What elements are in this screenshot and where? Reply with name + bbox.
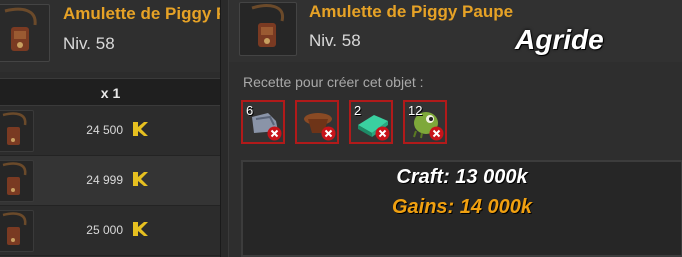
- missing-x-icon: [321, 126, 336, 141]
- craft-info-box: Craft: 13 000k Gains: 14 000k: [241, 160, 682, 257]
- recipe-label: Recette pour créer cet objet :: [243, 74, 424, 90]
- ingredient-slot[interactable]: 2: [349, 100, 393, 144]
- listing-thumbnail: [0, 160, 34, 202]
- left-item-header: Amulette de Piggy P Niv. 58: [0, 0, 221, 72]
- item-detail-panel: Amulette de Piggy Paupe Niv. 58 Agride R…: [228, 0, 682, 257]
- listing-thumbnail: [0, 210, 34, 252]
- sales-list-panel: Amulette de Piggy P Niv. 58 x 1 24 500 2…: [0, 0, 221, 257]
- listing-price: 24 999: [86, 173, 123, 187]
- ingredient-count: 6: [246, 103, 254, 118]
- overlay-server-name: Agride: [515, 24, 604, 55]
- amulet-icon: [4, 7, 37, 51]
- amulet-icon: [2, 112, 27, 145]
- left-item-title: Amulette de Piggy P: [63, 4, 221, 23]
- kama-icon: [133, 122, 148, 136]
- amulet-icon: [251, 4, 285, 47]
- amulet-icon: [2, 162, 27, 195]
- listing-row[interactable]: 25 000: [0, 206, 220, 256]
- craft-cost-text: Craft: 13 000k: [396, 166, 528, 188]
- ingredient-count: 12: [408, 103, 423, 118]
- missing-x-icon: [429, 126, 444, 141]
- ingredient-count: 2: [354, 103, 362, 118]
- listing-row[interactable]: 24 500: [0, 106, 220, 156]
- ingredient-slot[interactable]: 12: [403, 100, 447, 144]
- quantity-label: x 1: [100, 85, 121, 101]
- ingredient-slot[interactable]: [295, 100, 339, 144]
- kama-icon: [133, 172, 148, 186]
- missing-x-icon: [267, 126, 282, 141]
- listing-price: 24 500: [86, 123, 123, 137]
- listing-price: 25 000: [86, 223, 123, 237]
- ingredient-slot[interactable]: 6: [241, 100, 285, 144]
- amulet-thumbnail: [239, 2, 297, 56]
- quantity-header[interactable]: x 1: [0, 78, 220, 106]
- right-item-header: Amulette de Piggy Paupe Niv. 58: [229, 0, 682, 62]
- listing-thumbnail: [0, 110, 34, 152]
- gains-text: Gains: 14 000k: [391, 196, 533, 218]
- kama-icon: [133, 222, 148, 236]
- missing-x-icon: [375, 126, 390, 141]
- left-item-level: Niv. 58: [63, 34, 115, 53]
- right-item-title: Amulette de Piggy Paupe: [309, 2, 514, 21]
- listing-row[interactable]: 24 999: [0, 156, 220, 206]
- amulet-thumbnail: [0, 4, 50, 62]
- amulet-icon: [2, 212, 27, 245]
- right-item-level: Niv. 58: [309, 31, 361, 50]
